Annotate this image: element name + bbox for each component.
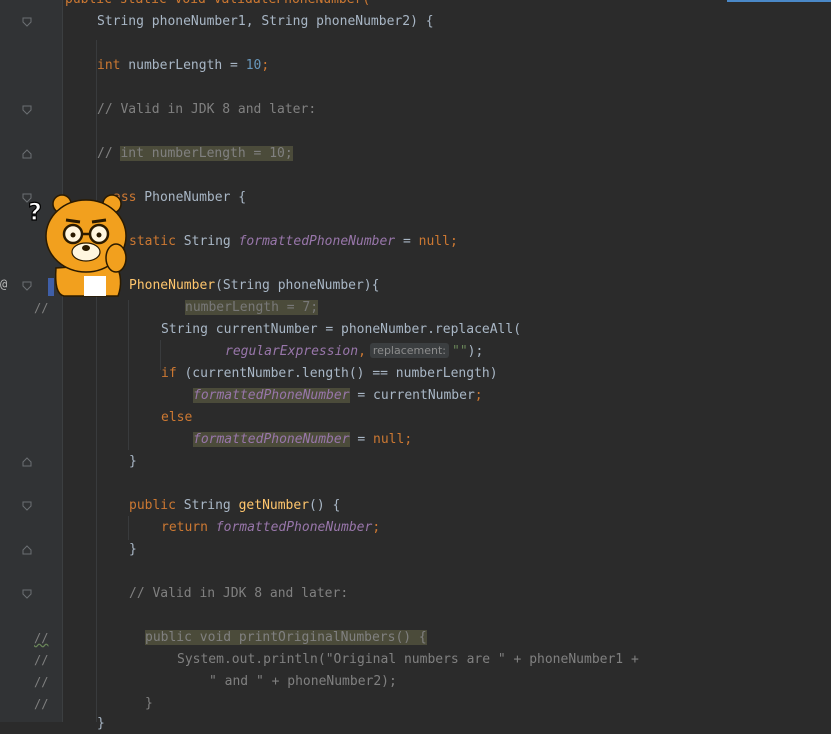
highlighted-comment: int numberLength = 10;	[120, 146, 293, 161]
fold-marker-icon[interactable]	[22, 149, 32, 159]
constructor-name: PhoneNumber	[129, 278, 216, 293]
code-line-commented-close-brace[interactable]: }	[145, 694, 153, 714]
code-line-params[interactable]: String phoneNumber1, String phoneNumber2…	[97, 12, 434, 32]
fold-marker-icon[interactable]	[22, 545, 32, 555]
code-line-return[interactable]: return formattedPhoneNumber;	[161, 518, 380, 538]
indent-guide	[128, 516, 129, 540]
code-line-commented-println[interactable]: System.out.println("Original numbers are…	[177, 650, 639, 670]
keyword: if	[161, 366, 177, 381]
code-line-else[interactable]: else	[161, 408, 192, 428]
code-text: numberLength =	[120, 58, 246, 73]
gutter-comment-marker: //	[34, 301, 49, 315]
highlighted-comment: numberLength = 7;	[185, 300, 319, 315]
field-name: formattedPhoneNumber	[193, 432, 350, 447]
keyword: static	[129, 234, 176, 249]
fold-marker-icon[interactable]	[22, 17, 32, 27]
code-line-getter[interactable]: public String getNumber() {	[129, 496, 340, 516]
override-marker-icon[interactable]: @	[0, 277, 7, 291]
field-name: formattedPhoneNumber	[207, 520, 373, 535]
bear-mascot-question-icon: ?	[26, 190, 130, 298]
field-name: formattedPhoneNumber	[238, 234, 396, 249]
type-name: String	[175, 498, 239, 513]
code-line-close-brace[interactable]: }	[129, 452, 137, 472]
fold-marker-icon[interactable]	[22, 105, 32, 115]
parameter-name: regularExpression	[225, 344, 359, 359]
code-line-if[interactable]: if (currentNumber.length() == numberLeng…	[161, 364, 498, 384]
highlighted-comment: public void printOriginalNumbers() {	[145, 630, 427, 645]
fold-marker-icon[interactable]	[22, 457, 32, 467]
code-text: () {	[309, 498, 341, 513]
semicolon: ;	[449, 234, 458, 249]
code-text: (String phoneNumber){	[215, 278, 380, 293]
indent-guide	[128, 300, 129, 450]
type-name: String	[175, 234, 239, 249]
semicolon: ;	[261, 58, 270, 73]
code-line-assign-current[interactable]: formattedPhoneNumber = currentNumber;	[193, 386, 483, 406]
code-text: PhoneNumber {	[136, 190, 247, 205]
comma: ,	[358, 344, 366, 359]
code-line-constructor[interactable]: PhoneNumber(String phoneNumber){	[129, 276, 379, 296]
keyword: return	[161, 520, 208, 535]
keyword: int	[97, 58, 121, 73]
code-line-method-signature[interactable]: public static void validatePhoneNumber(	[65, 0, 370, 10]
number-literal: 10	[245, 58, 262, 73]
semicolon: ;	[372, 520, 381, 535]
operator: =	[349, 432, 374, 447]
code-line-assign-null[interactable]: formattedPhoneNumber = null;	[193, 430, 412, 450]
gutter-comment-marker: //	[34, 697, 49, 711]
code-line-int-declaration[interactable]: int numberLength = 10;	[97, 56, 269, 76]
code-line-commented-declaration[interactable]: // int numberLength = 10;	[97, 144, 293, 164]
svg-text:?: ?	[28, 198, 42, 226]
scroll-indicator	[727, 0, 831, 2]
keyword: public	[129, 498, 176, 513]
code-text: );	[467, 344, 484, 359]
code-line-comment[interactable]: // Valid in JDK 8 and later:	[97, 100, 316, 120]
code-line-comment[interactable]: // Valid in JDK 8 and later:	[129, 584, 348, 604]
code-text: (currentNumber.length() == numberLength)	[176, 366, 498, 381]
comment-prefix: //	[97, 146, 121, 161]
code-text: = currentNumber	[349, 388, 475, 403]
code-line-replaceall[interactable]: String currentNumber = phoneNumber.repla…	[161, 320, 521, 340]
fold-marker-icon[interactable]	[22, 501, 32, 511]
code-line-commented-println-cont[interactable]: " and " + phoneNumber2);	[209, 672, 397, 692]
indent-guide	[96, 40, 97, 722]
string-literal: ""	[452, 344, 468, 359]
parameter-hint: replacement:	[369, 343, 450, 358]
semicolon: ;	[404, 432, 413, 447]
code-line-class-declaration[interactable]: ass PhoneNumber {	[113, 188, 246, 208]
fold-marker-icon[interactable]	[22, 589, 32, 599]
gutter-separator	[62, 0, 63, 722]
operator: =	[395, 234, 419, 249]
gutter-comment-marker: //	[34, 653, 49, 667]
code-line-commented-method[interactable]: public void printOriginalNumbers() {	[145, 628, 427, 648]
semicolon: ;	[474, 388, 483, 403]
code-line-close-brace[interactable]: }	[97, 714, 105, 734]
code-line-replaceall-args[interactable]: regularExpression, replacement: "");	[225, 342, 483, 362]
code-line-field-declaration[interactable]: static String formattedPhoneNumber = nul…	[129, 232, 458, 252]
field-name: formattedPhoneNumber	[193, 388, 350, 403]
code-line-close-brace[interactable]: }	[129, 540, 137, 560]
gutter-comment-marker: //	[34, 675, 49, 689]
gutter-comment-marker: //	[34, 631, 49, 645]
method-name: getNumber	[238, 498, 310, 513]
keyword: null	[418, 234, 450, 249]
code-text: String phoneNumber1, String phoneNumber2…	[97, 14, 434, 29]
code-line-commented-assignment[interactable]: numberLength = 7;	[185, 298, 319, 318]
keyword: null	[373, 432, 405, 447]
